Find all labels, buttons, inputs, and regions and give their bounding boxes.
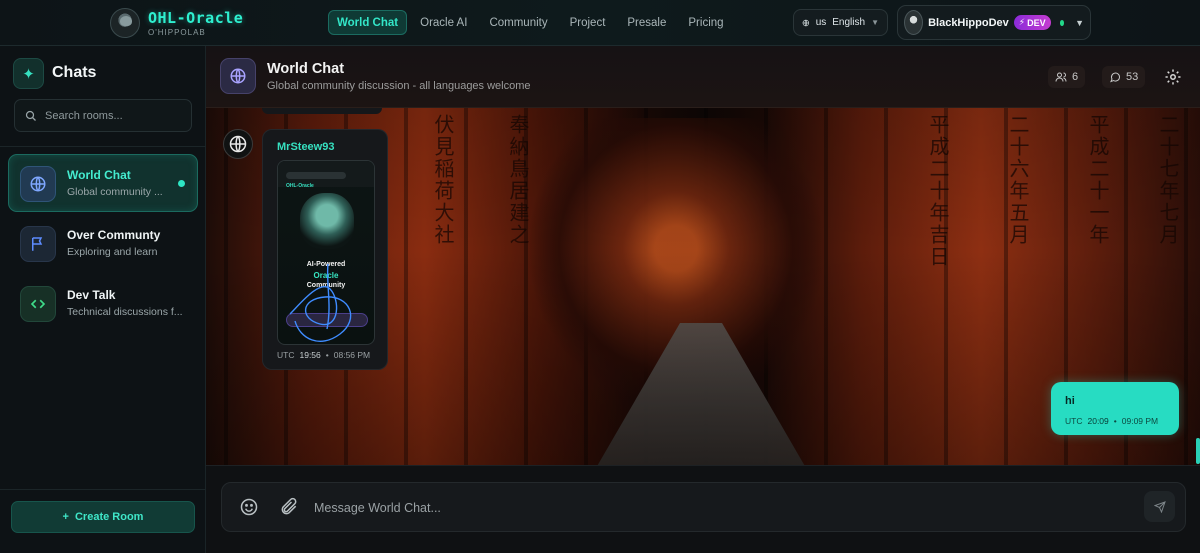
utc-time: 19:56 [299,350,321,360]
language-label: English [832,17,866,28]
room-description: Exploring and learn [67,246,158,258]
send-button[interactable] [1144,491,1175,522]
own-message-bubble: hi UTC 20:09 • 09:09 PM [1051,382,1179,435]
search-input[interactable] [45,109,185,122]
room-name: World Chat [67,168,131,182]
paperclip-icon[interactable] [279,497,299,517]
image-mascot [300,193,354,249]
room-description: Global community ... [67,186,163,198]
utc-label: UTC [277,350,295,360]
room-item-dev-talk[interactable]: Dev Talk Technical discussions f... [8,274,198,332]
nav-oracle-ai[interactable]: Oracle AI [411,10,476,35]
language-selector[interactable]: us English ▼ [793,9,888,36]
create-room-label: Create Room [74,511,144,523]
dev-badge-label: DEV [1027,17,1046,28]
message-timestamp: UTC 19:56 • 08:56 PM [277,350,370,360]
sparkles-icon: ✦ [13,58,44,89]
dev-badge: ⚡ DEV [1013,15,1051,30]
send-icon [1153,500,1166,513]
user-menu[interactable]: BlackHippoDev ⚡ DEV ▼ [897,5,1091,40]
globe-icon [220,58,256,94]
flag-icon [20,226,56,262]
separator: • [325,350,329,360]
globe-icon [20,166,56,202]
room-description: Technical discussions f... [67,306,183,318]
messages-count[interactable]: 53 [1102,66,1146,88]
chevron-down-icon: ▼ [871,18,879,27]
room-title: World Chat [267,61,345,77]
code-icon [20,286,56,322]
main-nav: World Chat Oracle AI Community Project P… [328,10,733,35]
members-count[interactable]: 6 [1048,66,1086,88]
local-time: 08:56 PM [333,350,371,360]
brand-logo[interactable] [110,8,140,38]
chat-panel: World Chat Global community discussion -… [206,46,1200,553]
divider [0,489,206,490]
sidebar: ✦ Chats World Chat Global community ... … [0,46,206,553]
language-code: us [815,17,827,28]
local-time: 09:09 PM [1121,416,1159,426]
room-subtitle: Global community discussion - all langua… [267,80,531,92]
nav-pricing[interactable]: Pricing [679,10,732,35]
divider [0,146,206,147]
message-image[interactable]: OHL-Oracle AI-Powered Oracle Community [277,160,375,345]
nav-world-chat[interactable]: World Chat [328,10,408,35]
online-status-dot [1059,19,1065,26]
utc-time: 20:09 [1087,416,1109,426]
globe-icon [802,19,810,26]
message-composer [221,482,1186,532]
chat-header: World Chat Global community discussion -… [206,46,1200,108]
previous-message [262,108,382,114]
avatar[interactable] [223,129,253,159]
message-bubble: MrSteew93 OHL-Oracle AI-Powered Oracle C… [262,129,388,370]
brand-title[interactable]: OHL-Oracle [148,9,243,27]
room-name: Dev Talk [67,288,116,302]
nav-project[interactable]: Project [561,10,615,35]
gear-icon[interactable] [1164,68,1182,86]
separator: • [1113,416,1117,426]
image-brand-text: OHL-Oracle [286,183,314,189]
message-author[interactable]: MrSteew93 [277,141,334,153]
scrollbar-thumb[interactable] [1196,438,1200,464]
users-icon [1055,72,1067,82]
room-search[interactable] [14,99,192,132]
image-scribble [289,263,352,342]
nav-presale[interactable]: Presale [618,10,675,35]
user-name: BlackHippoDev [928,16,1009,29]
composer-area [206,465,1200,553]
search-icon [25,110,36,121]
sidebar-title: Chats [52,64,97,81]
nav-community[interactable]: Community [480,10,556,35]
chevron-down-icon: ▼ [1075,17,1084,28]
message-icon [1110,72,1121,83]
unread-dot [178,180,185,187]
message-timestamp: UTC 20:09 • 09:09 PM [1065,416,1158,426]
members-value: 6 [1072,71,1079,83]
plus-icon: + [62,511,69,523]
avatar [904,10,924,35]
message-input[interactable] [314,498,1114,518]
create-room-button[interactable]: + Create Room [11,501,195,533]
emoji-icon[interactable] [239,497,259,517]
message-list[interactable]: 伏見稲荷大社 奉納鳥居建之 平成二十年吉日 二十六年五月 平成二十一年 二十七年… [206,108,1200,465]
room-name: Over Communty [67,228,161,242]
brand-subtitle: O'HIPPOLAB [148,28,206,37]
room-item-world-chat[interactable]: World Chat Global community ... [8,154,198,212]
utc-label: UTC [1065,416,1083,426]
top-bar: OHL-Oracle O'HIPPOLAB World Chat Oracle … [0,0,1200,46]
room-item-over-communty[interactable]: Over Communty Exploring and learn [8,214,198,272]
messages-value: 53 [1126,71,1139,83]
message-text: hi [1065,395,1075,407]
globe-icon [229,135,247,153]
bolt-icon: ⚡ [1018,17,1026,27]
